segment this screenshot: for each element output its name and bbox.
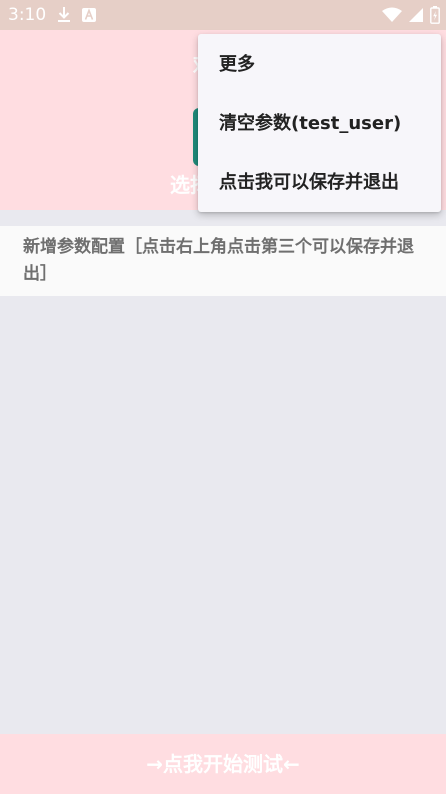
status-left-icons — [56, 6, 96, 24]
param-config-card[interactable]: 新增参数配置［点击右上角点击第三个可以保存并退出］ — [0, 226, 446, 296]
menu-item-clear-params[interactable]: 清空参数(test_user) — [198, 95, 441, 153]
param-config-text: 新增参数配置［点击右上角点击第三个可以保存并退出］ — [23, 237, 414, 284]
download-icon — [58, 7, 70, 22]
signal-icon — [409, 8, 423, 22]
status-bar: 3:10 — [0, 0, 446, 30]
start-test-button[interactable]: →点我开始测试← — [0, 734, 446, 794]
battery-icon — [430, 6, 440, 24]
wifi-icon — [382, 7, 402, 22]
menu-item-save-exit[interactable]: 点击我可以保存并退出 — [198, 154, 441, 212]
overflow-menu: 更多 清空参数(test_user) 点击我可以保存并退出 — [198, 34, 441, 212]
menu-item-more[interactable]: 更多 — [198, 36, 441, 94]
a-app-icon — [82, 8, 96, 22]
status-right-icons — [382, 6, 440, 24]
status-time: 3:10 — [8, 5, 47, 25]
start-test-label: →点我开始测试← — [146, 752, 300, 776]
